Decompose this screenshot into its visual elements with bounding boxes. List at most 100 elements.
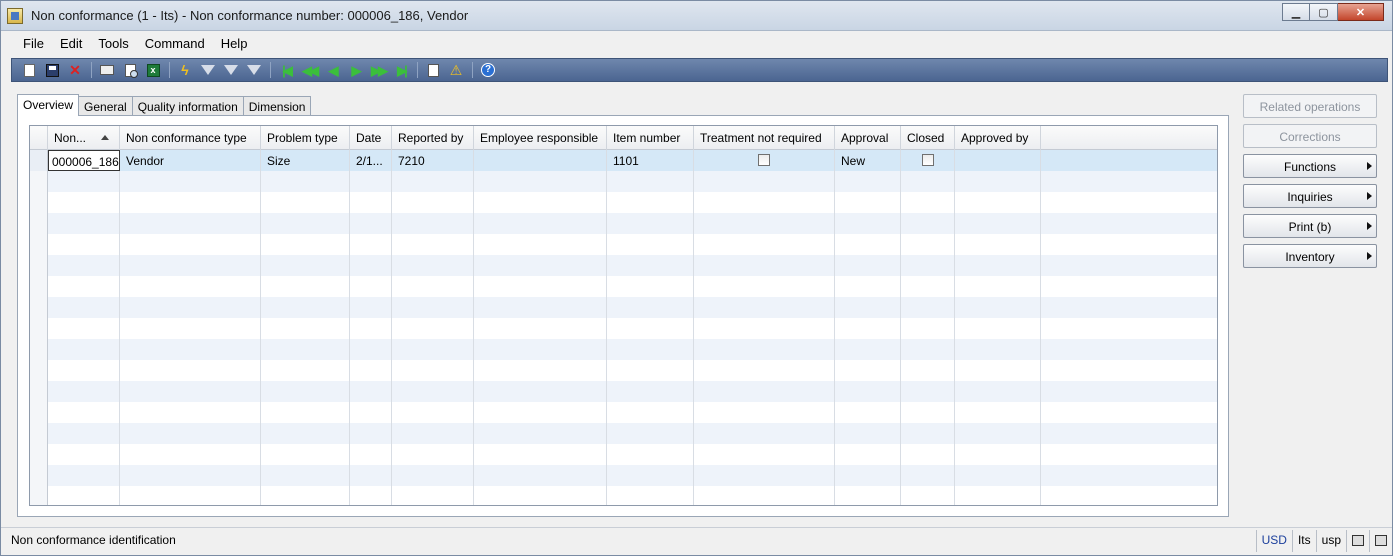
empty-cell[interactable] xyxy=(261,339,350,360)
layer-indicator[interactable]: usp xyxy=(1315,530,1346,552)
empty-cell[interactable] xyxy=(607,339,694,360)
empty-cell[interactable] xyxy=(261,423,350,444)
empty-cell[interactable] xyxy=(607,234,694,255)
non-conformance-grid[interactable]: Non... Non conformance type Problem type… xyxy=(29,125,1218,506)
currency-indicator[interactable]: USD xyxy=(1255,530,1292,552)
column-header-date[interactable]: Date xyxy=(350,126,392,150)
empty-cell[interactable] xyxy=(955,297,1041,318)
empty-cell[interactable] xyxy=(392,213,474,234)
empty-cell[interactable] xyxy=(955,234,1041,255)
empty-cell[interactable] xyxy=(392,423,474,444)
alert-button[interactable]: ⚠ xyxy=(445,60,467,80)
last-record-button[interactable]: ▶| xyxy=(390,60,412,80)
cell-date[interactable]: 2/1... xyxy=(350,150,392,171)
empty-cell[interactable] xyxy=(120,171,261,192)
empty-cell[interactable] xyxy=(607,276,694,297)
empty-cell[interactable] xyxy=(955,402,1041,423)
empty-cell[interactable] xyxy=(835,255,901,276)
empty-cell[interactable] xyxy=(694,318,835,339)
empty-cell[interactable] xyxy=(474,381,607,402)
empty-cell[interactable] xyxy=(392,360,474,381)
empty-cell[interactable] xyxy=(350,192,392,213)
empty-cell[interactable] xyxy=(392,486,474,505)
empty-cell[interactable] xyxy=(261,213,350,234)
empty-cell[interactable] xyxy=(955,171,1041,192)
empty-row[interactable] xyxy=(30,423,1217,444)
table-row[interactable]: 000006_186 Vendor Size 2/1... 7210 1101 … xyxy=(30,150,1217,171)
empty-cell[interactable] xyxy=(694,192,835,213)
empty-cell[interactable] xyxy=(901,276,955,297)
empty-row[interactable] xyxy=(30,234,1217,255)
empty-cell[interactable] xyxy=(48,465,120,486)
empty-cell[interactable] xyxy=(607,402,694,423)
empty-cell[interactable] xyxy=(694,381,835,402)
next-page-button[interactable]: ▶▶ xyxy=(367,60,389,80)
print-menu-button[interactable]: Print (b) xyxy=(1243,214,1377,238)
row-selector[interactable] xyxy=(30,360,48,381)
empty-cell[interactable] xyxy=(955,255,1041,276)
empty-cell[interactable] xyxy=(835,318,901,339)
row-selector[interactable] xyxy=(30,318,48,339)
empty-cell[interactable] xyxy=(392,444,474,465)
empty-row[interactable] xyxy=(30,486,1217,505)
empty-cell[interactable] xyxy=(120,486,261,505)
empty-cell[interactable] xyxy=(350,255,392,276)
corrections-button[interactable]: Corrections xyxy=(1243,124,1377,148)
previous-page-button[interactable]: ◀◀ xyxy=(298,60,320,80)
new-button[interactable] xyxy=(18,60,40,80)
empty-cell[interactable] xyxy=(120,276,261,297)
empty-cell[interactable] xyxy=(350,171,392,192)
empty-cell[interactable] xyxy=(955,444,1041,465)
empty-cell[interactable] xyxy=(350,276,392,297)
empty-cell[interactable] xyxy=(392,318,474,339)
column-header-employee-responsible[interactable]: Employee responsible xyxy=(474,126,607,150)
empty-cell[interactable] xyxy=(694,171,835,192)
empty-cell[interactable] xyxy=(694,297,835,318)
empty-cell[interactable] xyxy=(901,297,955,318)
empty-cell[interactable] xyxy=(694,402,835,423)
empty-cell[interactable] xyxy=(261,381,350,402)
empty-cell[interactable] xyxy=(835,339,901,360)
empty-cell[interactable] xyxy=(48,192,120,213)
empty-cell[interactable] xyxy=(48,255,120,276)
previous-record-button[interactable]: ◀ xyxy=(321,60,343,80)
empty-row[interactable] xyxy=(30,360,1217,381)
row-selector[interactable] xyxy=(30,234,48,255)
empty-cell[interactable] xyxy=(120,255,261,276)
empty-cell[interactable] xyxy=(350,339,392,360)
empty-cell[interactable] xyxy=(474,192,607,213)
remove-filter-button[interactable] xyxy=(243,60,265,80)
empty-cell[interactable] xyxy=(835,276,901,297)
empty-row[interactable] xyxy=(30,213,1217,234)
empty-cell[interactable] xyxy=(955,318,1041,339)
column-header-problem-type[interactable]: Problem type xyxy=(261,126,350,150)
empty-cell[interactable] xyxy=(261,234,350,255)
empty-cell[interactable] xyxy=(607,318,694,339)
empty-cell[interactable] xyxy=(694,444,835,465)
empty-cell[interactable] xyxy=(694,255,835,276)
empty-cell[interactable] xyxy=(955,381,1041,402)
empty-cell[interactable] xyxy=(350,318,392,339)
empty-cell[interactable] xyxy=(48,318,120,339)
empty-cell[interactable] xyxy=(350,402,392,423)
empty-row[interactable] xyxy=(30,465,1217,486)
row-selector[interactable] xyxy=(30,255,48,276)
empty-cell[interactable] xyxy=(694,234,835,255)
cell-non-conformance[interactable]: 000006_186 xyxy=(48,150,120,171)
empty-cell[interactable] xyxy=(350,297,392,318)
empty-cell[interactable] xyxy=(835,486,901,505)
row-selector[interactable] xyxy=(30,339,48,360)
empty-cell[interactable] xyxy=(120,318,261,339)
empty-cell[interactable] xyxy=(607,255,694,276)
row-selector[interactable] xyxy=(30,171,48,192)
empty-cell[interactable] xyxy=(474,402,607,423)
row-selector[interactable] xyxy=(30,465,48,486)
filter-by-selection-button[interactable]: ϟ xyxy=(174,60,196,80)
menu-tools[interactable]: Tools xyxy=(90,32,136,56)
empty-cell[interactable] xyxy=(392,297,474,318)
filter-by-grid-button[interactable] xyxy=(197,60,219,80)
print-button[interactable] xyxy=(96,60,118,80)
empty-cell[interactable] xyxy=(350,423,392,444)
empty-cell[interactable] xyxy=(120,423,261,444)
empty-cell[interactable] xyxy=(901,423,955,444)
